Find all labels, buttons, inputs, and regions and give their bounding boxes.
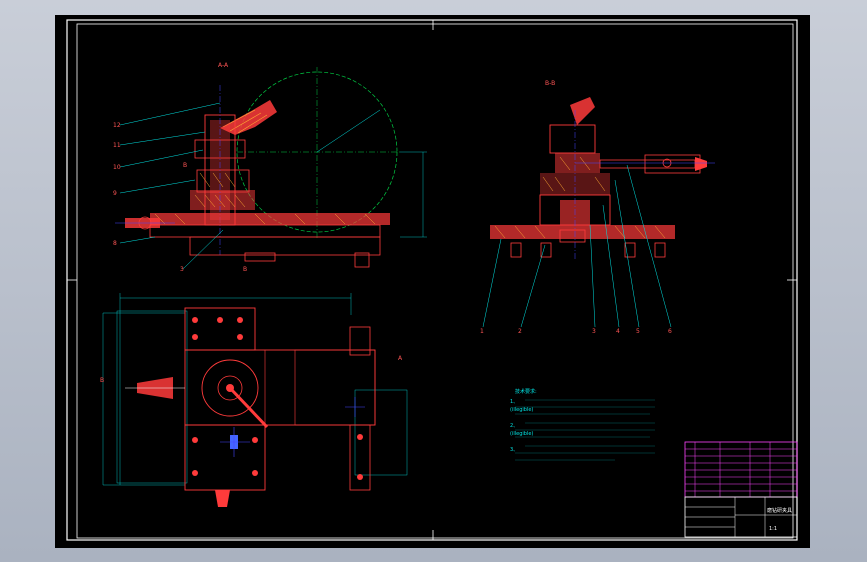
technical-notes: 技术要求: 1、 (illegible) 2、 (illegible) 3、 xyxy=(510,388,655,461)
section-aa-label: A-A xyxy=(218,62,229,69)
callout-right-2: 2 xyxy=(518,328,522,335)
cad-drawing: A-A B B 12 11 10 9 8 3 B-B 1 2 3 4 5 6 A… xyxy=(66,19,798,541)
callout-right-6: 6 xyxy=(668,328,672,335)
plan-marker-b: B xyxy=(100,377,104,384)
inner-frame xyxy=(76,23,794,539)
notes-line-4: (illegible) xyxy=(510,431,533,437)
callout-right-1: 1 xyxy=(480,328,484,335)
title-block-scale: 1:1 xyxy=(769,526,777,532)
plan-marker-a: A xyxy=(398,355,403,362)
callout-left-3: 10 xyxy=(113,164,121,171)
section-bb-label: B-B xyxy=(545,80,555,87)
section-aa-view: A-A B B 12 11 10 9 8 3 xyxy=(113,62,427,273)
notes-line-2: (illegible) xyxy=(510,407,533,413)
plan-view: A B xyxy=(100,293,408,507)
outer-frame xyxy=(66,19,798,541)
section-bb-view: B-B 1 2 3 4 5 6 xyxy=(480,80,715,335)
callout-right-5: 5 xyxy=(636,328,640,335)
marker-b-top: B xyxy=(183,162,187,169)
callout-left-5: 8 xyxy=(113,240,117,247)
notes-line-5: 3、 xyxy=(510,447,518,453)
callout-left-2: 11 xyxy=(113,142,121,149)
cad-viewport[interactable]: A-A B B 12 11 10 9 8 3 B-B 1 2 3 4 5 6 A… xyxy=(55,15,810,548)
marker-b-bottom: B xyxy=(243,266,247,273)
title-block-name: 磨钻研夹具 xyxy=(767,507,792,514)
notes-line-1: 1、 xyxy=(510,399,518,405)
title-block: 磨钻研夹具 1:1 xyxy=(684,441,798,538)
notes-heading: 技术要求: xyxy=(515,388,537,395)
callout-right-4: 4 xyxy=(616,328,620,335)
callout-right-3: 3 xyxy=(592,328,596,335)
callout-left-1: 12 xyxy=(113,122,121,129)
callout-left-6: 3 xyxy=(180,266,184,273)
callout-left-4: 9 xyxy=(113,190,117,197)
notes-line-3: 2、 xyxy=(510,423,518,429)
